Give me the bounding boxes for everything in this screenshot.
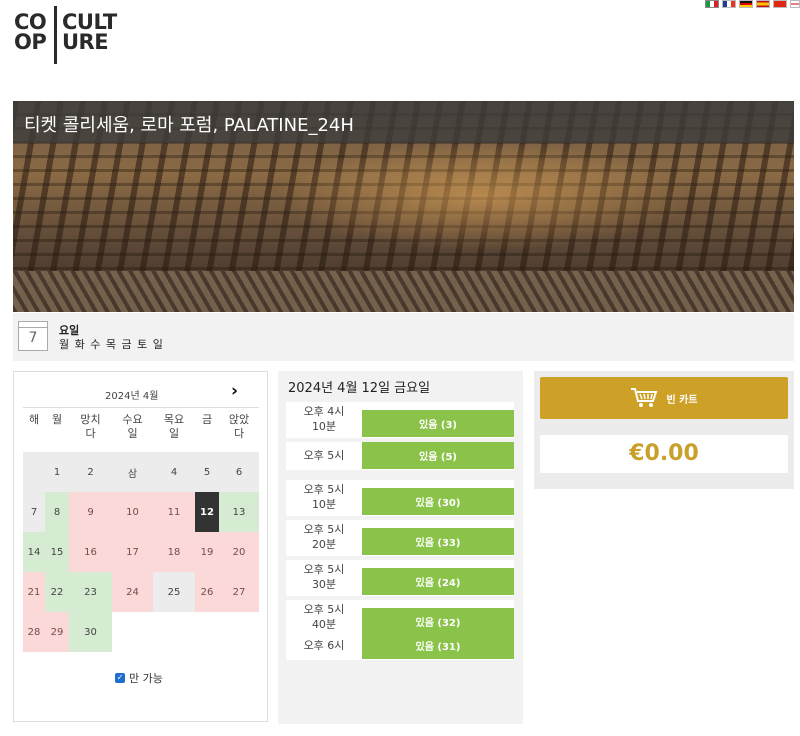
hero-image-glow — [273, 141, 693, 251]
gb-flag-icon[interactable] — [790, 0, 800, 8]
calendar-day[interactable]: 29 — [45, 612, 69, 652]
calendar-day: 4 — [153, 452, 195, 492]
weekday-header: 해 — [28, 413, 40, 426]
calendar-empty-cell — [23, 452, 45, 492]
calendar-day[interactable]: 28 — [23, 612, 45, 652]
calendar-day: 삼 — [112, 452, 153, 492]
time-slot-availability-button[interactable]: 있음 (31) — [362, 632, 514, 659]
time-slot-availability-button[interactable]: 있음 (24) — [362, 568, 514, 595]
weekday-header: 앉았 다 — [228, 413, 250, 440]
empty-cart-label: 빈 카트 — [666, 394, 698, 406]
calendar-day[interactable]: 23 — [69, 572, 112, 612]
de-flag-icon[interactable] — [739, 0, 753, 8]
calendar-day[interactable]: 13 — [219, 492, 259, 532]
cn-flag-icon[interactable] — [773, 0, 787, 8]
calendar-day: 2 — [69, 452, 112, 492]
time-slot-time: 오후 5시 40분 — [303, 603, 345, 631]
calendar-day[interactable]: 30 — [69, 612, 112, 652]
month-label: 2024년 4월 — [105, 391, 159, 402]
page-title: 티켓 콜리세움, 로마 포럼, PALATINE_24H — [24, 115, 354, 136]
time-slot-row: 오후 4시 10분 있음 (3) — [286, 402, 514, 438]
logo-letters-co: CO — [14, 10, 47, 34]
only-available-toggle[interactable]: ✓ 만 가능 — [115, 670, 163, 686]
days-values: 월 화 수 목 금 토 일 — [59, 338, 164, 351]
time-slot-time: 오후 5시 30분 — [303, 563, 345, 591]
calendar-day[interactable]: 9 — [69, 492, 112, 532]
time-slot-row: 오후 5시 20분 있음 (33) — [286, 520, 514, 556]
calendar-day[interactable]: 24 — [112, 572, 153, 612]
time-slot-row: 오후 6시 있음 (31) — [286, 632, 514, 660]
time-slot-availability-button[interactable]: 있음 (30) — [362, 488, 514, 515]
logo-letters-cult: CULT — [62, 10, 117, 34]
selected-date-label: 2024년 4월 12일 금요일 — [288, 381, 431, 396]
calendar-day: 25 — [153, 572, 195, 612]
weekday-header: 목요 일 — [163, 413, 185, 440]
days-info: 7 요일 월 화 수 목 금 토 일 — [13, 313, 794, 361]
calendar-day[interactable]: 26 — [195, 572, 219, 612]
calendar-day[interactable]: 8 — [45, 492, 69, 532]
empty-cart-button[interactable]: 빈 카트 — [540, 377, 788, 419]
it-flag-icon[interactable] — [705, 0, 719, 8]
calendar-day[interactable]: 11 — [153, 492, 195, 532]
time-slot-availability-button[interactable]: 있음 (32) — [362, 608, 514, 635]
time-slot-time: 오후 6시 — [303, 639, 345, 652]
time-slot-availability-button[interactable]: 있음 (5) — [362, 442, 514, 469]
time-slot-availability-button[interactable]: 있음 (33) — [362, 528, 514, 555]
checkbox-checked-icon[interactable]: ✓ — [115, 673, 125, 683]
time-slot-time: 오후 5시 — [303, 449, 345, 462]
calendar-day[interactable]: 12 — [195, 492, 219, 532]
weekday-header: 수요 일 — [122, 413, 143, 440]
calendar-day[interactable]: 10 — [112, 492, 153, 532]
next-month-icon[interactable]: › — [231, 381, 238, 401]
only-available-label: 만 가능 — [129, 672, 163, 685]
date-picker: 2024년 4월 › 해 월 망치 다 수요 일 목요 일 금 앉았 다12삼4567891… — [13, 371, 268, 722]
fr-flag-icon[interactable] — [722, 0, 736, 8]
time-slot-time: 오후 5시 20분 — [303, 523, 345, 551]
weekday-header: 금 — [201, 413, 213, 426]
calendar-day[interactable]: 21 — [23, 572, 45, 612]
time-slot-row: 오후 5시 40분 있음 (32) — [286, 600, 514, 636]
hero-image-arches — [13, 271, 794, 312]
cart-panel: 빈 카트 €0.00 — [534, 371, 794, 489]
calendar-day[interactable]: 14 — [23, 532, 45, 572]
language-selector — [705, 0, 800, 8]
time-slot-row: 오후 5시 30분 있음 (24) — [286, 560, 514, 596]
calendar-day[interactable]: 16 — [69, 532, 112, 572]
calendar-header: 2024년 4월 › — [23, 381, 259, 408]
calendar-day: 1 — [45, 452, 69, 492]
calendar-day[interactable]: 19 — [195, 532, 219, 572]
calendar-day[interactable]: 20 — [219, 532, 259, 572]
es-flag-icon[interactable] — [756, 0, 770, 8]
site-logo[interactable]: CO OP CULT URE — [14, 4, 130, 66]
calendar-day[interactable]: 27 — [219, 572, 259, 612]
calendar-day[interactable]: 18 — [153, 532, 195, 572]
logo-letters-ure: URE — [62, 30, 109, 54]
cart-icon — [631, 388, 658, 407]
calendar-day: 5 — [195, 452, 219, 492]
logo-divider — [54, 6, 57, 64]
time-slots-panel: 2024년 4월 12일 금요일 오후 4시 10분 있음 (3) 오후 5시 있음 … — [278, 371, 523, 724]
time-slot-row: 오후 5시 10분 있음 (30) — [286, 480, 514, 516]
cart-total: €0.00 — [540, 435, 788, 473]
time-slot-time: 오후 5시 10분 — [303, 483, 345, 511]
time-slot-row: 오후 5시 있음 (5) — [286, 442, 514, 470]
calendar-day: 6 — [219, 452, 259, 492]
calendar-day[interactable]: 15 — [45, 532, 69, 572]
time-slot-availability-button[interactable]: 있음 (3) — [362, 410, 514, 437]
weekday-header: 월 — [51, 413, 63, 426]
calendar-day[interactable]: 22 — [45, 572, 69, 612]
hero-banner: 티켓 콜리세움, 로마 포럼, PALATINE_24H — [13, 101, 794, 312]
calendar-day: 7 — [23, 492, 45, 532]
calendar-icon-number: 7 — [28, 330, 38, 346]
time-slot-time: 오후 4시 10분 — [303, 405, 345, 433]
weekday-header: 망치 다 — [80, 413, 101, 440]
calendar-icon: 7 — [18, 321, 48, 351]
calendar-day[interactable]: 17 — [112, 532, 153, 572]
logo-letters-op: OP — [14, 30, 47, 54]
